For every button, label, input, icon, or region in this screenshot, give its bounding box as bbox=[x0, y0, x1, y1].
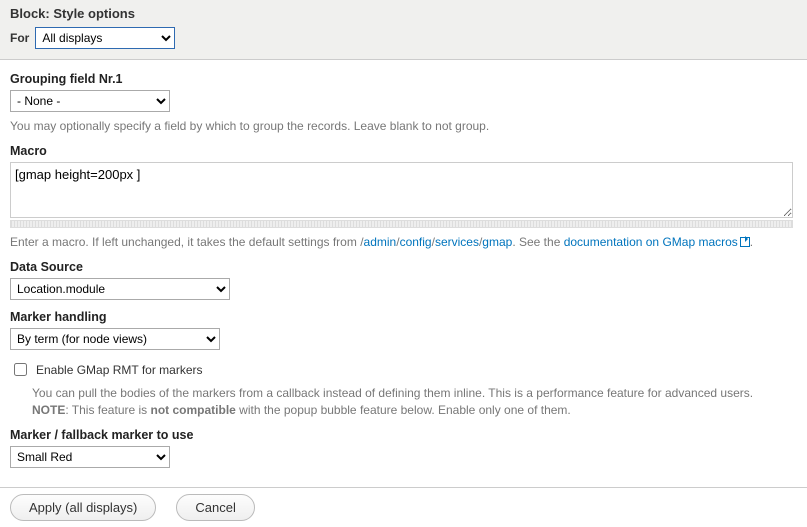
for-row: For All displays bbox=[10, 27, 797, 49]
grouping-desc: You may optionally specify a field by wh… bbox=[10, 118, 793, 134]
path-gmap-link[interactable]: gmap bbox=[482, 235, 512, 249]
macro-desc: Enter a macro. If left unchanged, it tak… bbox=[10, 234, 793, 250]
data-source-label: Data Source bbox=[10, 260, 793, 274]
rmt-note-label: NOTE bbox=[32, 403, 65, 417]
rmt-section: Enable GMap RMT for markers You can pull… bbox=[10, 360, 793, 417]
macro-doc-link[interactable]: documentation on GMap macros bbox=[564, 235, 738, 249]
fallback-section: Marker / fallback marker to use Small Re… bbox=[10, 428, 793, 468]
dialog-body-scroll[interactable]: Grouping field Nr.1 - None - You may opt… bbox=[0, 60, 807, 485]
resize-grip-icon[interactable] bbox=[10, 220, 793, 228]
rmt-not-compat: not compatible bbox=[151, 403, 236, 417]
fallback-label: Marker / fallback marker to use bbox=[10, 428, 793, 442]
rmt-checkbox-label: Enable GMap RMT for markers bbox=[36, 363, 203, 377]
apply-button[interactable]: Apply (all displays) bbox=[10, 494, 156, 521]
macro-desc-prefix: Enter a macro. If left unchanged, it tak… bbox=[10, 235, 360, 249]
for-select[interactable]: All displays bbox=[35, 27, 175, 49]
path-admin-link[interactable]: admin bbox=[364, 235, 397, 249]
marker-handling-label: Marker handling bbox=[10, 310, 793, 324]
cancel-button[interactable]: Cancel bbox=[176, 494, 254, 521]
rmt-desc-c: with the popup bubble feature below. Ena… bbox=[236, 403, 571, 417]
dialog-footer: Apply (all displays) Cancel bbox=[0, 487, 807, 527]
rmt-desc-a: You can pull the bodies of the markers f… bbox=[32, 386, 753, 400]
rmt-desc: You can pull the bodies of the markers f… bbox=[10, 385, 793, 417]
macro-path: /admin/config/services/gmap bbox=[360, 235, 512, 249]
dialog-header: Block: Style options For All displays bbox=[0, 0, 807, 60]
marker-handling-section: Marker handling By term (for node views) bbox=[10, 310, 793, 350]
fallback-select[interactable]: Small Red bbox=[10, 446, 170, 468]
macro-label: Macro bbox=[10, 144, 793, 158]
external-link-icon bbox=[740, 237, 750, 247]
marker-handling-select[interactable]: By term (for node views) bbox=[10, 328, 220, 350]
data-source-section: Data Source Location.module bbox=[10, 260, 793, 300]
overflow-spacer bbox=[10, 468, 793, 485]
grouping-label: Grouping field Nr.1 bbox=[10, 72, 793, 86]
grouping-section: Grouping field Nr.1 - None - You may opt… bbox=[10, 72, 793, 134]
rmt-checkbox[interactable] bbox=[14, 363, 27, 376]
dialog-title: Block: Style options bbox=[10, 6, 797, 21]
macro-textarea[interactable] bbox=[10, 162, 793, 218]
rmt-desc-b: : This feature is bbox=[65, 403, 150, 417]
for-label: For bbox=[10, 31, 29, 45]
grouping-select[interactable]: - None - bbox=[10, 90, 170, 112]
macro-desc-mid: . See the bbox=[512, 235, 563, 249]
macro-section: Macro Enter a macro. If left unchanged, … bbox=[10, 144, 793, 250]
path-config-link[interactable]: config bbox=[400, 235, 432, 249]
data-source-select[interactable]: Location.module bbox=[10, 278, 230, 300]
path-services-link[interactable]: services bbox=[435, 235, 479, 249]
